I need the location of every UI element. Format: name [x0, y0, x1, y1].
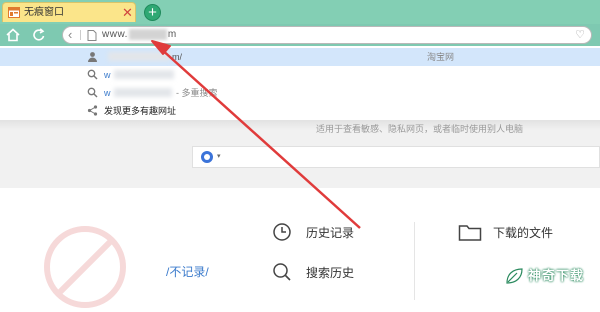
search-input[interactable]: ▾ — [192, 146, 600, 168]
search-history-link[interactable]: 搜索历史 — [306, 265, 354, 281]
incognito-tab[interactable]: 无痕窗口 ✕ — [2, 2, 136, 22]
incognito-window-icon — [8, 7, 20, 18]
leaf-logo-icon — [506, 268, 523, 284]
suggestion-dropdown: m/ 淘宝网 w w - 多重搜索 发现更多有趣网址 — [0, 46, 600, 120]
blurred-query — [114, 70, 174, 79]
new-tab-button[interactable]: + — [144, 4, 161, 21]
downloads-link[interactable]: 下载的文件 — [493, 225, 553, 241]
page-icon — [87, 30, 97, 41]
suggestion-item[interactable]: w - 多重搜索 — [0, 84, 600, 102]
folder-icon — [458, 225, 482, 241]
address-prefix: www. — [102, 29, 128, 41]
search-icon — [87, 87, 98, 98]
refresh-icon[interactable] — [31, 27, 47, 43]
watermark-text: 神奇下载 — [528, 268, 585, 283]
address-input[interactable]: www. m — [102, 29, 177, 41]
address-blurred — [128, 29, 167, 40]
incognito-notice: 适用于查看敏感、隐私网页，或者临时使用别人电脑 — [316, 124, 524, 134]
blurred-url — [108, 52, 170, 61]
suggestion-text: w — [104, 70, 111, 80]
address-bar[interactable]: ‹ www. m ♡ — [62, 26, 592, 44]
suggestion-text: w — [104, 88, 111, 98]
suggestion-tail: - 多重搜索 — [176, 88, 218, 98]
address-separator — [80, 30, 81, 40]
suggestion-site-name: 淘宝网 — [427, 52, 455, 62]
address-back-icon[interactable]: ‹ — [68, 28, 78, 42]
suggestion-item[interactable]: 发现更多有趣网址 — [0, 102, 600, 120]
search-engine-icon[interactable] — [201, 151, 213, 163]
home-icon[interactable] — [5, 27, 21, 43]
watermark: 神奇下载 — [504, 266, 594, 286]
no-record-label: /不记录/ — [166, 265, 209, 279]
clock-icon — [273, 223, 291, 241]
close-tab-icon[interactable]: ✕ — [121, 6, 134, 19]
suggestion-item[interactable]: m/ 淘宝网 — [0, 48, 600, 66]
chevron-down-icon[interactable]: ▾ — [217, 151, 221, 163]
suggestion-text: 发现更多有趣网址 — [104, 106, 177, 116]
favorite-icon[interactable]: ♡ — [575, 28, 585, 42]
address-suffix: m — [167, 29, 177, 41]
title-bar: 无痕窗口 ✕ + — [0, 0, 600, 24]
share-icon — [87, 105, 98, 116]
person-icon — [88, 52, 97, 62]
toolbar: ‹ www. m ♡ — [0, 24, 600, 46]
suggestion-text: m/ — [172, 52, 182, 62]
search-icon — [273, 263, 291, 281]
no-record-icon — [44, 226, 126, 308]
history-link[interactable]: 历史记录 — [306, 225, 354, 241]
blurred-query — [114, 88, 172, 97]
divider — [414, 222, 415, 300]
tab-title: 无痕窗口 — [24, 7, 64, 18]
suggestion-item[interactable]: w — [0, 66, 600, 84]
search-icon — [87, 69, 98, 80]
